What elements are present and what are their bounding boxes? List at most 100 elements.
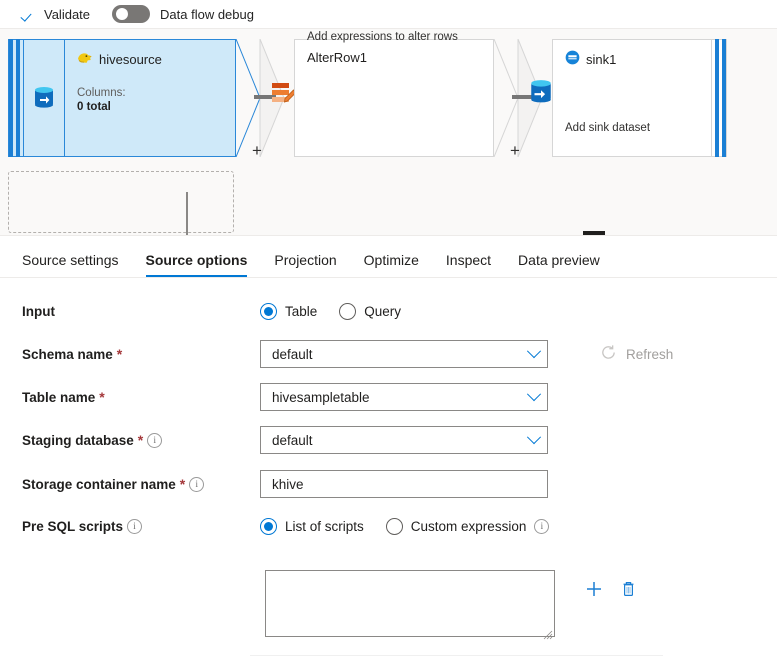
staging-database-value: default — [272, 433, 313, 448]
script-action-buttons — [585, 580, 637, 598]
sink-dataset-icon — [565, 50, 580, 68]
info-icon-pre-sql-scripts[interactable]: i — [127, 519, 142, 534]
form-row-input: Input Table Query — [22, 297, 762, 325]
radio-list-of-scripts[interactable]: List of scripts — [260, 518, 364, 535]
settings-tab-bar: Source settings Source options Projectio… — [0, 240, 777, 278]
radio-input-query[interactable]: Query — [339, 303, 401, 320]
flow-node-source[interactable]: hivesource Columns: 0 total — [8, 39, 236, 157]
tab-source-settings[interactable]: Source settings — [22, 252, 119, 277]
checkmark-icon — [22, 7, 37, 22]
radio-custom-expression-label: Custom expression — [411, 519, 527, 534]
source-type-icon-area — [24, 40, 65, 156]
radio-table-label: Table — [285, 304, 317, 319]
sink-node-accent — [711, 40, 726, 156]
validate-button[interactable]: Validate — [22, 7, 90, 22]
pre-sql-scripts-label-text: Pre SQL scripts — [22, 519, 123, 534]
flow-node-alterrow[interactable]: AlterRow1 Add expressions to alter rows — [294, 39, 494, 157]
add-source-placeholder[interactable] — [8, 171, 234, 233]
storage-container-name-label-text: Storage container name — [22, 477, 176, 492]
pre-sql-scripts-label: Pre SQL scripts i — [22, 519, 260, 534]
trash-icon[interactable] — [620, 580, 637, 598]
add-branch-button-source[interactable]: + — [252, 142, 262, 159]
radio-list-of-scripts-label: List of scripts — [285, 519, 364, 534]
schema-name-dropdown[interactable]: default — [260, 340, 548, 368]
radio-custom-expression[interactable]: Custom expression i — [386, 518, 550, 535]
data-flow-debug-group: Data flow debug — [112, 5, 254, 23]
info-icon-custom-expression[interactable]: i — [534, 519, 549, 534]
radio-query-indicator — [339, 303, 356, 320]
add-branch-button-alterrow[interactable]: + — [510, 142, 520, 159]
input-label-text: Input — [22, 304, 55, 319]
node-selected-accent — [9, 40, 24, 156]
sink-node-description: Add sink dataset — [565, 122, 650, 134]
table-name-required-marker: * — [99, 389, 104, 405]
splitter-grip-handle[interactable] — [583, 231, 605, 235]
radio-custom-expression-indicator — [386, 518, 403, 535]
placeholder-caret — [186, 192, 188, 236]
staging-database-required-marker: * — [138, 432, 143, 448]
source-columns-label: Columns: — [77, 86, 225, 100]
radio-table-indicator — [260, 303, 277, 320]
alterrow-node-description: Add expressions to alter rows — [307, 31, 458, 43]
form-row-storage-container-name: Storage container name * i khive — [22, 470, 762, 498]
storage-container-name-required-marker: * — [180, 476, 185, 492]
form-row-table-name: Table name * hivesampletable — [22, 383, 762, 411]
connector-source-to-alterrow: + — [236, 39, 294, 157]
table-name-label-text: Table name — [22, 390, 95, 405]
chevron-down-icon — [527, 344, 541, 358]
input-label: Input — [22, 304, 260, 319]
pre-sql-script-editor-area — [265, 570, 555, 640]
alterrow-node-body: AlterRow1 Add expressions to alter rows — [295, 40, 493, 65]
database-source-icon — [33, 86, 55, 110]
staging-database-dropdown[interactable]: default — [260, 426, 548, 454]
source-node-meta: Columns: 0 total — [77, 86, 225, 114]
sink-node-title: sink1 — [565, 50, 701, 68]
sink-node-name: sink1 — [586, 52, 616, 67]
tab-projection[interactable]: Projection — [274, 252, 336, 277]
data-flow-canvas[interactable]: hivesource Columns: 0 total + — [0, 28, 777, 236]
schema-name-value: default — [272, 347, 313, 362]
validate-label: Validate — [44, 7, 90, 22]
schema-name-label: Schema name * — [22, 346, 260, 362]
table-name-label: Table name * — [22, 389, 260, 405]
form-row-schema-name: Schema name * default Refresh — [22, 340, 762, 368]
refresh-button[interactable]: Refresh — [600, 344, 673, 364]
tab-data-preview[interactable]: Data preview — [518, 252, 600, 277]
data-flow-debug-label: Data flow debug — [160, 7, 254, 22]
alterrow-node-name: AlterRow1 — [307, 50, 367, 65]
storage-container-name-label: Storage container name * i — [22, 476, 260, 492]
tab-optimize[interactable]: Optimize — [364, 252, 419, 277]
connector-alterrow-to-sink: + — [494, 39, 552, 157]
tab-inspect[interactable]: Inspect — [446, 252, 491, 277]
source-options-form: Input Table Query Schema name * default — [0, 283, 777, 661]
radio-query-label: Query — [364, 304, 401, 319]
source-node-body: hivesource Columns: 0 total — [65, 40, 235, 156]
data-flow-debug-toggle[interactable] — [112, 5, 150, 23]
schema-name-label-text: Schema name — [22, 347, 113, 362]
alterrow-node-title: AlterRow1 — [307, 50, 483, 65]
plus-icon[interactable] — [585, 580, 603, 598]
radio-list-of-scripts-indicator — [260, 518, 277, 535]
storage-container-name-input[interactable]: khive — [260, 470, 548, 498]
form-bottom-divider — [250, 655, 663, 656]
pre-sql-script-textarea[interactable] — [265, 570, 555, 637]
staging-database-label-text: Staging database — [22, 433, 134, 448]
pre-sql-scripts-radio-group: List of scripts Custom expression i — [260, 518, 549, 535]
sink-node-body: sink1 Add sink dataset — [553, 40, 711, 156]
form-row-staging-database: Staging database * i default — [22, 426, 762, 454]
tab-source-options[interactable]: Source options — [146, 252, 248, 277]
info-icon-storage-container-name[interactable]: i — [189, 477, 204, 492]
command-bar: Validate Data flow debug — [0, 0, 777, 28]
flow-graph: hivesource Columns: 0 total + — [8, 39, 727, 157]
input-radio-group: Table Query — [260, 303, 401, 320]
radio-input-table[interactable]: Table — [260, 303, 317, 320]
refresh-label: Refresh — [626, 347, 673, 362]
source-columns-value: 0 total — [77, 101, 111, 113]
info-icon-staging-database[interactable]: i — [147, 433, 162, 448]
storage-container-name-value: khive — [272, 477, 304, 492]
table-name-value: hivesampletable — [272, 390, 370, 405]
hive-source-icon — [77, 50, 93, 68]
staging-database-label: Staging database * i — [22, 432, 260, 448]
table-name-dropdown[interactable]: hivesampletable — [260, 383, 548, 411]
flow-node-sink[interactable]: sink1 Add sink dataset — [552, 39, 727, 157]
